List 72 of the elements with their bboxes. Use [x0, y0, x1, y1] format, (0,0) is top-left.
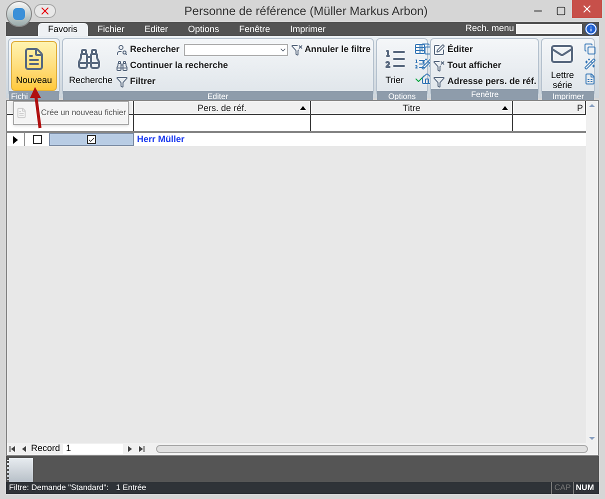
windows-icon[interactable]: [584, 43, 596, 55]
binoculars-icon: [77, 47, 102, 71]
group-label: Options: [388, 91, 416, 102]
key-indicator: CAP: [551, 482, 573, 494]
search-combo[interactable]: [184, 44, 288, 56]
table-cell-text: Herr Müller: [136, 133, 186, 146]
checkbox[interactable]: [32, 135, 42, 144]
ribbon-small-button[interactable]: Tout afficher: [433, 59, 536, 73]
group-label: Fenêtre: [471, 89, 499, 100]
record-count: 1 Entrée: [116, 482, 146, 494]
ribbon-small-button[interactable]: Annuler le filtre: [290, 43, 371, 57]
group-label: Fichi: [11, 91, 28, 102]
ribbon-small-button[interactable]: Adresse pers. de réf.: [433, 75, 536, 89]
close-button[interactable]: [572, 0, 602, 18]
next-record-icon[interactable]: [126, 445, 134, 453]
filter-icon: [116, 76, 128, 88]
maximize-icon[interactable]: [556, 6, 566, 16]
clear-filter-icon: [290, 44, 303, 56]
list-icon[interactable]: [414, 58, 426, 70]
dropdown-icon: [278, 46, 287, 54]
ribbon-small-button[interactable]: Éditer: [433, 43, 536, 57]
ribbon-tab[interactable]: Imprimer: [280, 23, 336, 36]
group-label: Editer: [207, 91, 228, 102]
column-header[interactable]: Pers. de réf.: [134, 101, 311, 114]
ribbon-tab[interactable]: Options: [178, 23, 230, 36]
app-orb-icon[interactable]: [6, 1, 32, 27]
ribbon-tab[interactable]: Fenêtre: [229, 23, 280, 36]
ribbon-tab[interactable]: Favoris: [38, 23, 88, 36]
ribbon-small-button[interactable]: Filtrer: [116, 75, 288, 89]
sort-arrow-icon: [502, 106, 508, 110]
ribbon-button[interactable]: Lettre série: [544, 41, 581, 91]
ribbon-button[interactable]: Nouveau: [11, 41, 58, 91]
check-icon[interactable]: [414, 73, 426, 85]
info-icon[interactable]: [585, 23, 597, 35]
wand-icon[interactable]: [584, 58, 596, 70]
first-record-icon[interactable]: [9, 445, 17, 453]
document-tab[interactable]: [7, 458, 33, 482]
tooltip-text: Crée un nouveau fichier: [41, 107, 126, 119]
filter-icon: [433, 76, 446, 88]
binoculars-icon: [116, 60, 128, 72]
ribbon-tab[interactable]: Fichier: [88, 23, 135, 36]
group-label: Imprimer: [552, 91, 584, 102]
person-search-icon: [116, 44, 128, 56]
column-header[interactable]: Titre: [311, 101, 513, 114]
spreadsheet-icon[interactable]: [584, 73, 596, 85]
menu-search-field[interactable]: [516, 24, 582, 34]
checkbox[interactable]: [87, 135, 96, 144]
quick-access-close-icon[interactable]: [34, 4, 56, 18]
window-title: Personne de référence (Müller Markus Arbon): [183, 3, 429, 20]
vertical-scrollbar[interactable]: [586, 101, 598, 443]
home-icon[interactable]: [420, 73, 433, 85]
search-label: Rechercher: [130, 43, 180, 56]
letter-icon: [550, 42, 574, 66]
table-icon[interactable]: [414, 43, 426, 55]
close-icon: [581, 3, 593, 15]
previous-record-icon[interactable]: [20, 445, 28, 453]
edit-icon: [433, 44, 446, 56]
filter-status: Filtre: Demande "Standard":: [9, 482, 110, 494]
record-label: Record: [31, 442, 60, 456]
last-record-icon[interactable]: [137, 445, 146, 453]
ribbon-button[interactable]: Trier: [378, 41, 411, 91]
record-field[interactable]: 1: [63, 444, 124, 454]
ribbon-tab[interactable]: Editer: [134, 23, 178, 36]
horizontal-scrollbar[interactable]: [156, 445, 588, 453]
ribbon-button[interactable]: Recherche: [65, 41, 114, 91]
wand-icon[interactable]: [420, 58, 433, 70]
sort-arrow-icon: [300, 106, 306, 110]
key-indicator: NUM: [572, 482, 596, 494]
menu-search-label: Rech. menu: [465, 22, 514, 36]
clear-filter-icon: [433, 60, 446, 72]
ribbon-small-button[interactable]: Continuer la recherche: [116, 59, 288, 73]
sort-icon: [382, 47, 407, 71]
